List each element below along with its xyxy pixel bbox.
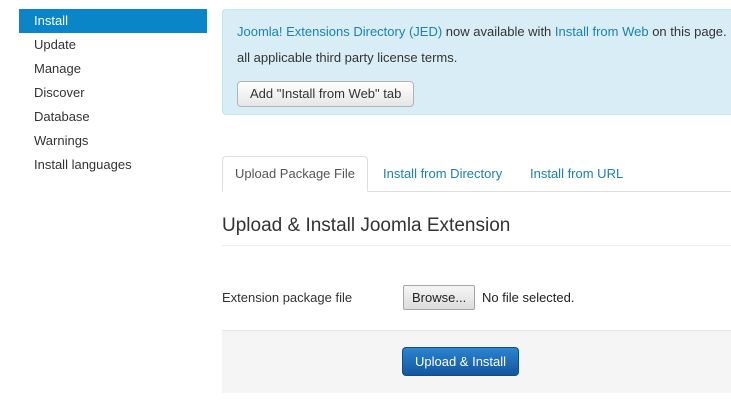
form-actions: Upload & Install <box>222 330 731 393</box>
install-tabs: Upload Package File Install from Directo… <box>222 156 731 192</box>
alert-message: Joomla! Extensions Directory (JED) now a… <box>237 24 727 39</box>
alert-license-text: all applicable third party license terms… <box>237 50 458 65</box>
upload-install-button[interactable]: Upload & Install <box>402 347 520 376</box>
sidebar-item-update[interactable]: Update <box>19 33 207 57</box>
alert-text-middle: now available with <box>442 24 555 39</box>
tab-install-from-directory[interactable]: Install from Directory <box>371 156 514 192</box>
sidebar-item-warnings[interactable]: Warnings <box>19 129 207 153</box>
extension-package-file-label: Extension package file <box>222 290 353 305</box>
sidebar-item-manage[interactable]: Manage <box>19 57 207 81</box>
sidebar-item-discover[interactable]: Discover <box>19 81 207 105</box>
extension-manager-page: Install Update Manage Discover Database … <box>0 0 731 405</box>
install-from-web-link[interactable]: Install from Web <box>555 24 649 39</box>
file-status-text: No file selected. <box>482 290 575 305</box>
sidebar-item-install-languages[interactable]: Install languages <box>19 153 207 177</box>
jed-info-alert: Joomla! Extensions Directory (JED) now a… <box>222 9 731 115</box>
browse-file-button[interactable]: Browse... <box>403 285 476 310</box>
tab-install-from-url[interactable]: Install from URL <box>518 156 635 192</box>
add-install-from-web-tab-button[interactable]: Add "Install from Web" tab <box>237 81 415 107</box>
tab-upload-package-file[interactable]: Upload Package File <box>222 156 368 192</box>
section-title: Upload & Install Joomla Extension <box>222 215 511 236</box>
sidebar-item-install[interactable]: Install <box>19 9 207 33</box>
sidebar-nav: Install Update Manage Discover Database … <box>19 9 207 177</box>
alert-text-end: on this page. <box>648 24 727 39</box>
jed-link[interactable]: Joomla! Extensions Directory (JED) <box>237 24 442 39</box>
title-divider <box>222 245 731 246</box>
sidebar-item-database[interactable]: Database <box>19 105 207 129</box>
